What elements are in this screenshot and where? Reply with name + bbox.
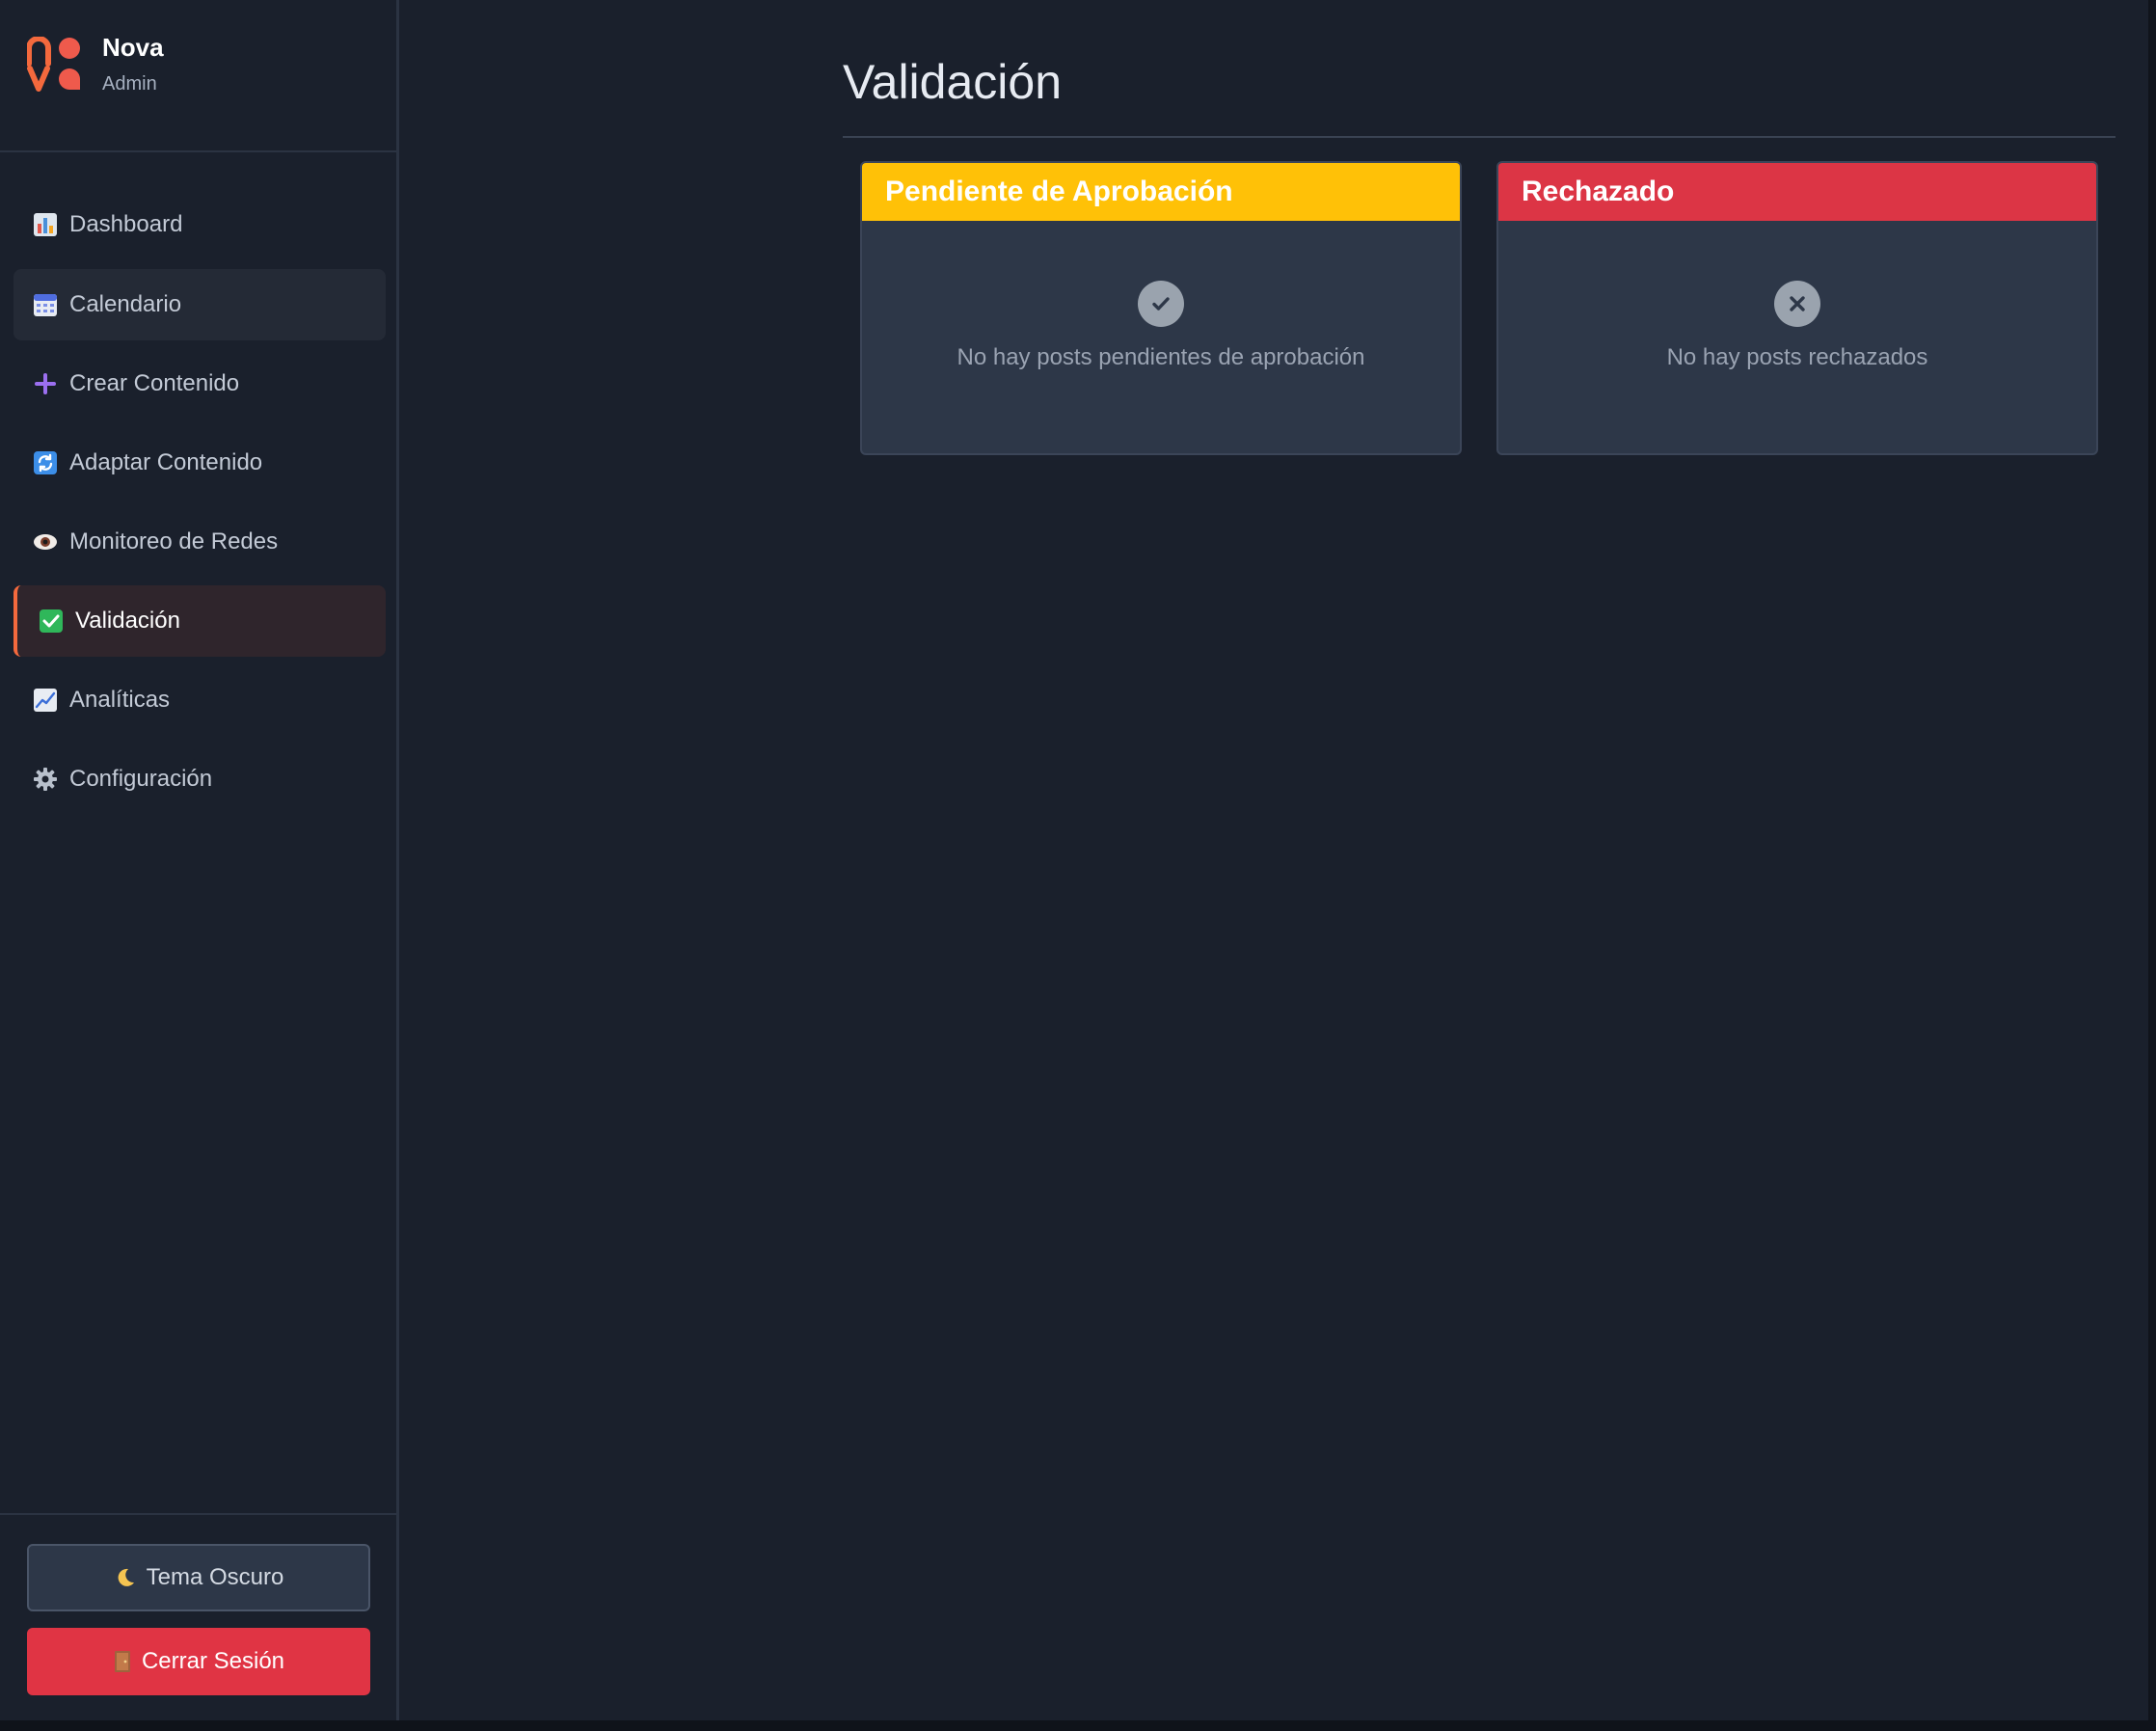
- brand-name: Nova: [102, 33, 164, 62]
- rejected-card: Rechazado No hay posts rechazados: [1496, 161, 2098, 455]
- logout-label: Cerrar Sesión: [141, 1648, 285, 1674]
- sidebar-item-label: Crear Contenido: [69, 370, 240, 396]
- sidebar: Nova Admin Dashboard Calendario Crear Co…: [0, 0, 399, 1720]
- sidebar-item-dashboard[interactable]: Dashboard: [13, 189, 386, 260]
- sidebar-item-validacion[interactable]: Validación: [13, 585, 386, 657]
- nova-logo-icon: [27, 37, 80, 92]
- window-edge: [2148, 0, 2156, 1731]
- sidebar-item-analiticas[interactable]: Analíticas: [13, 664, 386, 736]
- sidebar-item-label: Configuración: [69, 766, 213, 792]
- window-bottom-edge: [0, 1720, 2156, 1731]
- door-icon: [114, 1651, 130, 1672]
- sidebar-item-label: Adaptar Contenido: [69, 449, 263, 475]
- sidebar-item-label: Analíticas: [69, 687, 171, 713]
- sidebar-item-crear-contenido[interactable]: Crear Contenido: [13, 348, 386, 419]
- refresh-icon: [34, 451, 57, 474]
- sidebar-item-label: Monitoreo de Redes: [69, 528, 279, 554]
- check-box-icon: [40, 609, 63, 633]
- pending-approval-card: Pendiente de Aprobación No hay posts pen…: [860, 161, 1462, 455]
- brand-header: Nova Admin: [0, 0, 396, 152]
- check-circle-icon: [1138, 281, 1184, 327]
- pending-empty-message: No hay posts pendientes de aprobación: [957, 344, 1365, 370]
- x-circle-icon: [1774, 281, 1820, 327]
- logout-button[interactable]: Cerrar Sesión: [27, 1628, 370, 1695]
- bar-chart-icon: [34, 213, 57, 236]
- rejected-header: Rechazado: [1498, 163, 2096, 221]
- brand-role: Admin: [102, 73, 157, 95]
- sidebar-item-configuracion[interactable]: Configuración: [13, 744, 386, 815]
- rejected-body: No hay posts rechazados: [1498, 221, 2096, 453]
- theme-toggle-button[interactable]: Tema Oscuro: [27, 1544, 370, 1611]
- pending-approval-header: Pendiente de Aprobación: [862, 163, 1460, 221]
- page-title: Validación: [843, 55, 1063, 109]
- calendar-icon: [34, 294, 57, 316]
- theme-toggle-label: Tema Oscuro: [146, 1564, 284, 1590]
- eye-icon: [34, 534, 57, 550]
- sidebar-footer: Tema Oscuro Cerrar Sesión: [0, 1513, 396, 1720]
- plus-icon: [35, 373, 56, 394]
- pending-approval-body: No hay posts pendientes de aprobación: [862, 221, 1460, 453]
- sidebar-item-calendario[interactable]: Calendario: [13, 269, 386, 340]
- sidebar-item-adaptar-contenido[interactable]: Adaptar Contenido: [13, 427, 386, 499]
- sidebar-item-monitoreo-de-redes[interactable]: Monitoreo de Redes: [13, 506, 386, 578]
- rejected-empty-message: No hay posts rechazados: [1666, 344, 1928, 370]
- sidebar-item-label: Calendario: [69, 291, 182, 317]
- moon-icon: [118, 1568, 134, 1586]
- line-chart-icon: [34, 689, 57, 712]
- gear-icon: [34, 768, 57, 791]
- sidebar-item-label: Dashboard: [69, 211, 183, 237]
- title-divider: [843, 136, 2116, 138]
- sidebar-item-label: Validación: [75, 608, 180, 634]
